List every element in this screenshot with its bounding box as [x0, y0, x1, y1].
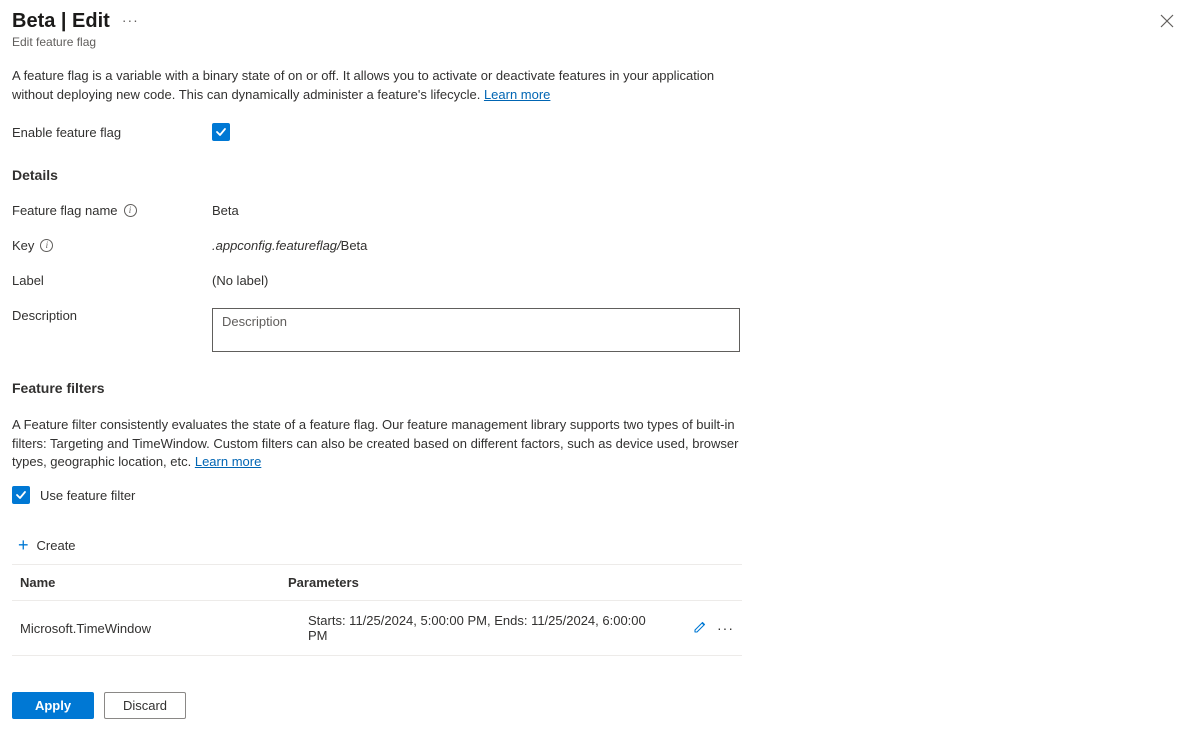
- info-icon[interactable]: [124, 204, 137, 217]
- create-label: Create: [37, 538, 76, 553]
- label-value: (No label): [212, 273, 268, 288]
- edit-icon[interactable]: [693, 620, 707, 637]
- feature-flag-name-value: Beta: [212, 203, 239, 218]
- label-label: Label: [12, 273, 212, 288]
- page-title: Beta | Edit: [12, 10, 110, 33]
- key-suffix: Beta: [341, 238, 368, 253]
- enable-label: Enable feature flag: [12, 123, 212, 140]
- key-label: Key: [12, 238, 34, 253]
- col-name-header: Name: [12, 565, 280, 601]
- col-params-header: Parameters: [280, 565, 662, 601]
- discard-button[interactable]: Discard: [104, 692, 186, 719]
- filters-intro: A Feature filter consistently evaluates …: [12, 416, 748, 473]
- page-subtitle: Edit feature flag: [12, 35, 139, 49]
- apply-button[interactable]: Apply: [12, 692, 94, 719]
- plus-icon: +: [18, 536, 29, 554]
- filter-params: Starts: 11/25/2024, 5:00:00 PM, Ends: 11…: [280, 601, 662, 656]
- key-prefix: .appconfig.featureflag/: [212, 238, 341, 253]
- table-row: Microsoft.TimeWindow Starts: 11/25/2024,…: [12, 601, 742, 656]
- details-heading: Details: [12, 167, 1180, 183]
- info-icon[interactable]: [40, 239, 53, 252]
- filter-name: Microsoft.TimeWindow: [12, 601, 280, 656]
- description-input[interactable]: [212, 308, 740, 352]
- filters-intro-text: A Feature filter consistently evaluates …: [12, 417, 738, 470]
- use-filter-label: Use feature filter: [40, 488, 135, 503]
- feature-flag-name-label: Feature flag name: [12, 203, 118, 218]
- enable-checkbox[interactable]: [212, 123, 230, 141]
- intro-paragraph: A feature flag is a variable with a bina…: [12, 67, 748, 105]
- more-icon[interactable]: ···: [122, 12, 139, 32]
- create-filter-button[interactable]: + Create: [12, 536, 1180, 554]
- use-filter-checkbox[interactable]: [12, 486, 30, 504]
- key-value: .appconfig.featureflag/Beta: [212, 238, 367, 253]
- more-icon[interactable]: ···: [717, 620, 734, 636]
- filter-table: Name Parameters Microsoft.TimeWindow Sta…: [12, 564, 742, 656]
- filters-heading: Feature filters: [12, 380, 1180, 396]
- filters-learn-more-link[interactable]: Learn more: [195, 454, 261, 469]
- intro-text: A feature flag is a variable with a bina…: [12, 68, 714, 102]
- intro-learn-more-link[interactable]: Learn more: [484, 87, 550, 102]
- close-icon[interactable]: [1154, 10, 1180, 37]
- description-label: Description: [12, 308, 212, 323]
